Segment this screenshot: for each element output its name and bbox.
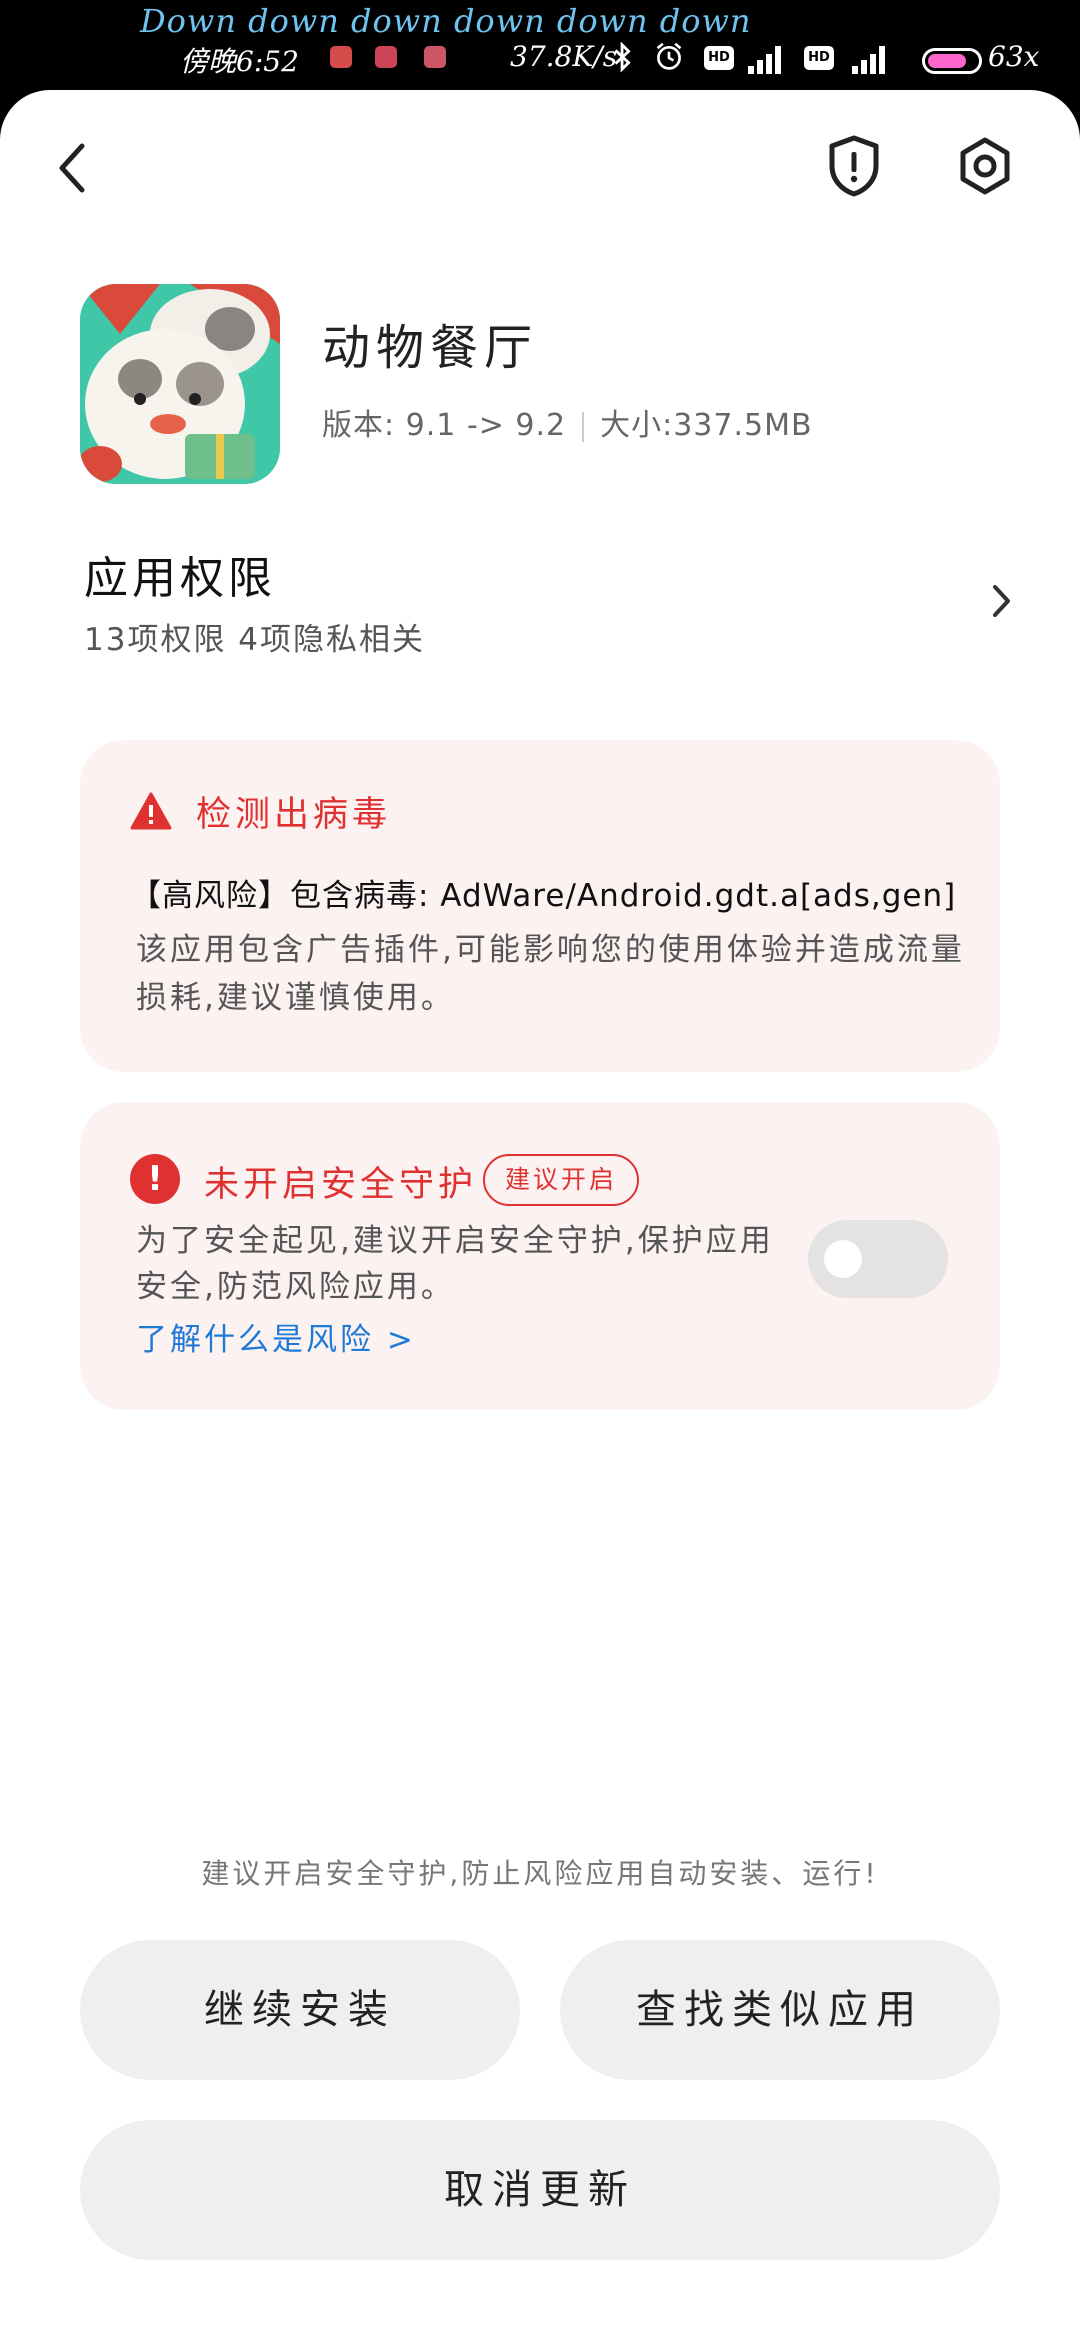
app-meta: 版本: 9.1 -> 9.2 大小:337.5MB xyxy=(322,400,813,444)
cancel-update-button[interactable]: 取消更新 xyxy=(80,2120,1000,2260)
status-lyric: Down down down down down down xyxy=(140,2,752,40)
virus-warning-card: 检测出病毒 【高风险】包含病毒: AdWare/Android.gdt.a[ad… xyxy=(80,740,1000,1072)
top-bar xyxy=(0,90,1080,240)
permissions-title: 应用权限 xyxy=(84,553,276,604)
battery-level: 63x xyxy=(988,40,1040,73)
back-icon[interactable] xyxy=(50,140,102,196)
hd-badge: HD xyxy=(704,46,734,70)
status-time: 傍晚6:52 xyxy=(180,45,299,78)
continue-install-button[interactable]: 继续安装 xyxy=(80,1940,520,2080)
find-similar-button[interactable]: 查找类似应用 xyxy=(560,1940,1000,2080)
divider xyxy=(582,411,585,442)
app-name: 动物餐厅 xyxy=(322,320,539,376)
notification-icon xyxy=(375,46,397,68)
protection-toggle[interactable] xyxy=(808,1220,948,1298)
notification-icon xyxy=(424,46,446,68)
virus-card-title: 检测出病毒 xyxy=(196,795,392,835)
toggle-knob xyxy=(824,1240,862,1278)
warning-triangle-icon xyxy=(130,792,172,830)
network-speed: 37.8K/s xyxy=(510,40,618,73)
shield-alert-icon[interactable] xyxy=(826,134,882,198)
permissions-summary: 13项权限 4项隐私相关 xyxy=(84,622,426,658)
learn-risk-link[interactable]: 了解什么是风险 > xyxy=(136,1314,416,1359)
status-bar: Down down down down down down 傍晚6:52 37.… xyxy=(0,0,1080,90)
notification-icon xyxy=(330,46,352,68)
app-version: 版本: 9.1 -> 9.2 xyxy=(322,408,567,443)
hd-badge: HD xyxy=(804,46,834,70)
alarm-icon xyxy=(656,42,682,70)
permissions-row[interactable]: 应用权限 13项权限 4项隐私相关 xyxy=(84,542,1014,662)
protection-description: 为了安全起见,建议开启安全守护,保护应用安全,防范风险应用。 xyxy=(136,1223,774,1305)
app-size: 大小:337.5MB xyxy=(600,408,813,443)
signal-icon xyxy=(748,44,788,74)
app-icon xyxy=(80,284,280,484)
bluetooth-icon xyxy=(614,42,631,72)
suggest-enable-badge: 建议开启 xyxy=(483,1154,640,1206)
protection-card-title: 未开启安全守护 xyxy=(204,1165,478,1205)
virus-risk-detail: 【高风险】包含病毒: AdWare/Android.gdt.a[ads,gen] xyxy=(130,878,957,914)
alert-circle-icon: ! xyxy=(130,1154,180,1204)
virus-description: 该应用包含广告插件,可能影响您的使用体验并造成流量损耗,建议谨慎使用。 xyxy=(136,932,965,1016)
battery-icon xyxy=(922,48,982,74)
install-sheet: 动物餐厅 版本: 9.1 -> 9.2 大小:337.5MB 应用权限 13项权限… xyxy=(0,90,1080,2340)
chevron-right-icon xyxy=(993,585,1010,617)
protection-card: ! 未开启安全守护 建议开启 为了安全起见,建议开启安全守护,保护应用安全,防范… xyxy=(80,1102,1000,1410)
signal-icon xyxy=(852,44,892,74)
cat-chef-icon xyxy=(80,284,280,484)
footer-hint: 建议开启安全守护,防止风险应用自动安装、运行! xyxy=(201,1857,879,1890)
gear-icon[interactable] xyxy=(955,136,1015,196)
